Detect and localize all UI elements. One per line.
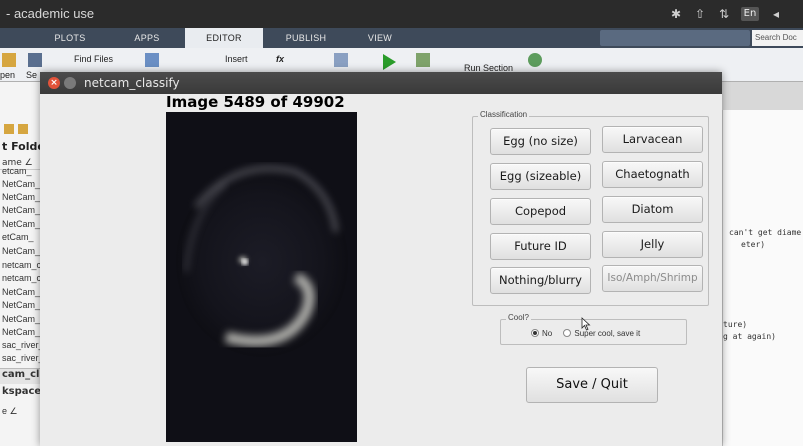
close-icon[interactable]: × (48, 77, 60, 89)
diatom-button[interactable]: Diatom (602, 196, 703, 223)
run-advance-icon[interactable] (416, 53, 430, 67)
dialog-title: netcam_classify (84, 76, 180, 90)
back-arrow-icon[interactable] (145, 53, 159, 67)
cool-option-save[interactable]: Super cool, save it (563, 329, 640, 338)
iso-amph-shrimp-button: Iso/Amph/Shrimp (602, 265, 703, 292)
radio-unselected-icon[interactable] (563, 329, 572, 337)
copepod-button[interactable]: Copepod (490, 198, 591, 225)
larvacean-button[interactable]: Larvacean (602, 126, 703, 153)
code-editor-pane[interactable]: can't get diame eter) ture) g at again) (722, 110, 803, 446)
classification-group: Classification Egg (no size) Larvacean E… (472, 110, 709, 306)
dialog-title-bar: × netcam_classify (40, 72, 722, 94)
step-icon[interactable] (528, 53, 542, 67)
ribbon-tab-strip: PLOTS APPS EDITOR PUBLISH VIEW Search Do… (0, 28, 803, 48)
cool-label: Cool? (506, 313, 531, 322)
image-counter: Image 5489 of 49902 (166, 93, 345, 111)
cool-option-no[interactable]: No (531, 329, 552, 338)
keyboard-language-indicator[interactable]: En (741, 7, 759, 21)
insert-button[interactable]: Insert (225, 54, 248, 64)
tab-publish[interactable]: PUBLISH (278, 28, 334, 48)
ide-window-title: - academic use (6, 6, 95, 21)
tab-apps[interactable]: APPS (122, 28, 172, 48)
tab-view[interactable]: VIEW (360, 28, 400, 48)
breakpoints-icon[interactable] (334, 53, 348, 67)
egg-no-size-button[interactable]: Egg (no size) (490, 128, 591, 155)
jelly-button[interactable]: Jelly (602, 231, 703, 258)
tab-editor[interactable]: EDITOR (185, 28, 263, 48)
run-icon[interactable] (383, 54, 396, 70)
code-line: g at again) (723, 332, 776, 341)
code-line: ture) (723, 320, 748, 329)
egg-sizeable-button[interactable]: Egg (sizeable) (490, 163, 591, 190)
system-tray: ✱ ⇧ ⇅ En ◂ (669, 7, 783, 21)
fx-button[interactable]: fx (276, 54, 284, 64)
minimize-icon[interactable] (64, 77, 76, 89)
search-documentation-input[interactable]: Search Doc (752, 30, 803, 46)
nothing-blurry-button[interactable]: Nothing/blurry (490, 267, 591, 294)
quick-access-toolbar[interactable] (600, 30, 750, 46)
code-line: eter) (741, 240, 766, 249)
future-id-button[interactable]: Future ID (490, 233, 591, 260)
browse-folder-icon[interactable] (18, 124, 28, 134)
cool-group: Cool? No Super cool, save it (500, 313, 687, 345)
radio-selected-icon[interactable] (531, 329, 539, 337)
code-line: can't get diame (729, 228, 802, 237)
tab-plots[interactable]: PLOTS (48, 28, 92, 48)
organism-core-spot (242, 259, 248, 265)
find-files-button[interactable]: Find Files (74, 54, 113, 64)
ide-title-bar: - academic use ✱ ⇧ ⇅ En ◂ (0, 0, 803, 28)
netcam-classify-dialog: × netcam_classify Image 5489 of 49902 Cl… (40, 72, 722, 446)
settings-icon[interactable]: ✱ (669, 7, 683, 21)
folder-icon[interactable] (2, 53, 16, 67)
volume-icon[interactable]: ◂ (769, 7, 783, 21)
save-icon[interactable] (28, 53, 42, 67)
specimen-image (166, 112, 357, 442)
cool-option-no-label[interactable]: No (542, 329, 552, 338)
save-label[interactable]: Se (26, 70, 37, 80)
network-icon[interactable]: ⇅ (717, 7, 731, 21)
open-label[interactable]: pen (0, 70, 15, 80)
mouse-cursor-icon (581, 317, 591, 331)
save-quit-button[interactable]: Save / Quit (526, 367, 658, 403)
chaetognath-button[interactable]: Chaetognath (602, 161, 703, 188)
folder-up-icon[interactable] (4, 124, 14, 134)
classification-label: Classification (478, 110, 530, 119)
upload-icon[interactable]: ⇧ (693, 7, 707, 21)
